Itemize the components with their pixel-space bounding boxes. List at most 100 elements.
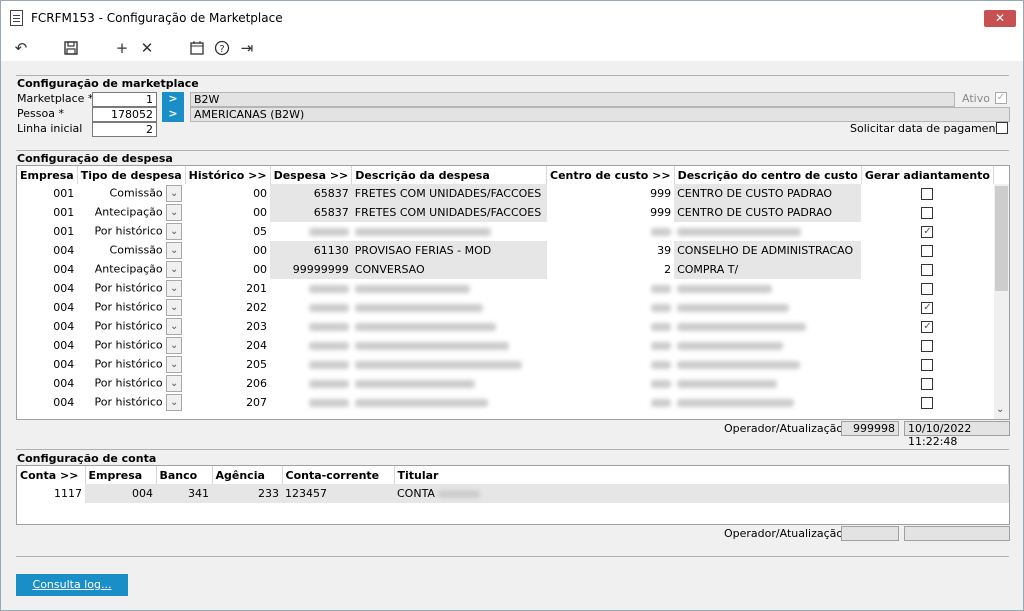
conta-operador-label: Operador/Atualização [724, 527, 844, 540]
column-header-empresa[interactable]: Empresa [17, 166, 78, 184]
chevron-down-icon[interactable]: ⌄ [166, 204, 183, 221]
column-header-descricao[interactable]: Descrição da despesa [351, 166, 548, 184]
delete-icon[interactable]: ✕ [137, 38, 157, 58]
chevron-down-icon[interactable]: ⌄ [166, 394, 183, 411]
gerar-checkbox[interactable] [921, 245, 934, 257]
tipo-value: Por histórico [94, 224, 163, 238]
descricao-cell [352, 317, 547, 336]
chevron-down-icon[interactable]: ⌄ [166, 356, 183, 373]
tipo-cell[interactable]: Por histórico ⌄ [77, 336, 185, 355]
descricao-cell [352, 336, 547, 355]
tipo-cell[interactable]: Antecipação ⌄ [77, 260, 185, 279]
empresa-cell: 004 [53, 301, 75, 314]
column-header-agencia[interactable]: Agência [212, 466, 283, 484]
centro-cell: 2 [664, 263, 672, 276]
table-row[interactable]: 004 Por histórico ⌄ 203 ✓ [17, 317, 994, 336]
gerar-checkbox[interactable] [921, 188, 934, 200]
redacted-text [308, 361, 349, 369]
gerar-checkbox[interactable]: ✓ [921, 321, 934, 333]
column-header-titular[interactable]: Titular [394, 466, 1009, 484]
column-header-historico[interactable]: Histórico >> [185, 166, 271, 184]
marketplace-lookup-button[interactable]: > [162, 92, 184, 107]
column-header-conta[interactable]: Conta >> [17, 466, 86, 484]
tipo-value: Por histórico [94, 395, 163, 409]
column-header-banco[interactable]: Banco [156, 466, 213, 484]
exit-icon[interactable]: ⇥ [237, 38, 257, 58]
table-row[interactable]: 004 Comissão ⌄ 00 61130 PROVISAO FERIAS - MO… [17, 241, 994, 260]
calendar-icon[interactable] [187, 38, 207, 58]
chevron-down-icon[interactable]: ⌄ [166, 375, 183, 392]
redacted-text [438, 490, 481, 498]
gerar-checkbox[interactable]: ✓ [921, 302, 934, 314]
chevron-down-icon[interactable]: ⌄ [166, 185, 183, 202]
tipo-cell[interactable]: Comissão ⌄ [77, 241, 185, 260]
gerar-checkbox[interactable]: ✓ [921, 226, 934, 238]
chevron-down-icon[interactable]: ⌄ [166, 299, 183, 316]
pessoa-input[interactable]: 178052 [92, 107, 157, 122]
gerar-checkbox[interactable] [921, 340, 934, 352]
chevron-down-icon[interactable]: ⌄ [166, 223, 183, 240]
gerar-checkbox[interactable] [921, 378, 934, 390]
tipo-value: Antecipação [94, 262, 163, 276]
vertical-scrollbar[interactable]: ⌄ [994, 184, 1009, 419]
tipo-cell[interactable]: Antecipação ⌄ [77, 203, 185, 222]
tipo-cell[interactable]: Por histórico ⌄ [77, 393, 185, 412]
gerar-checkbox[interactable] [921, 283, 934, 295]
desc-centro-cell [674, 355, 861, 374]
undo-icon[interactable]: ↶ [11, 38, 31, 58]
gerar-checkbox[interactable] [921, 359, 934, 371]
gerar-checkbox[interactable] [921, 207, 934, 219]
table-row[interactable]: 001 Por histórico ⌄ 05 ✓ [17, 222, 994, 241]
redacted-text [651, 342, 672, 350]
table-row[interactable]: 004 Por histórico ⌄ 202 ✓ [17, 298, 994, 317]
pessoa-lookup-button[interactable]: > [162, 107, 184, 122]
scrollbar-thumb[interactable] [995, 186, 1008, 291]
tipo-value: Por histórico [94, 319, 163, 333]
column-header-gerar[interactable]: Gerar adiantamento [861, 166, 995, 184]
marketplace-input[interactable]: 1 [92, 92, 157, 107]
column-header-despesa[interactable]: Despesa >> [270, 166, 353, 184]
chevron-down-icon[interactable]: ⌄ [166, 318, 183, 335]
save-icon[interactable] [61, 38, 81, 58]
tipo-cell[interactable]: Por histórico ⌄ [77, 355, 185, 374]
despesa-cell [270, 317, 352, 336]
table-row[interactable]: 004 Antecipação ⌄ 00 99999999 CONVERSAO 2 COMP… [17, 260, 994, 279]
tipo-cell[interactable]: Por histórico ⌄ [77, 222, 185, 241]
column-header-tipo[interactable]: Tipo de despesa [77, 166, 186, 184]
tipo-cell[interactable]: Por histórico ⌄ [77, 317, 185, 336]
linha-inicial-input[interactable]: 2 [92, 122, 157, 137]
table-row[interactable]: 004 Por histórico ⌄ 204 [17, 336, 994, 355]
table-row[interactable]: 001 Antecipação ⌄ 00 65837 FRETES COM UNIDAD… [17, 203, 994, 222]
chevron-down-icon[interactable]: ⌄ [166, 337, 183, 354]
ativo-checkbox[interactable]: ✓ [995, 92, 1007, 104]
chevron-down-icon[interactable]: ⌄ [166, 242, 183, 259]
despesa-cell: 65837 [270, 184, 352, 203]
table-row[interactable]: 1117 004 341 233 123457 CONTA [17, 484, 1009, 503]
conta-data-value [904, 526, 1010, 541]
chevron-down-icon[interactable]: ⌄ [166, 261, 183, 278]
table-row[interactable]: 001 Comissão ⌄ 00 65837 FRETES COM UNIDADES/… [17, 184, 994, 203]
descricao-cell [352, 279, 547, 298]
add-icon[interactable]: + [112, 38, 132, 58]
table-row[interactable]: 004 Por histórico ⌄ 207 [17, 393, 994, 412]
gerar-checkbox[interactable] [921, 397, 934, 409]
gerar-checkbox[interactable] [921, 264, 934, 276]
table-row[interactable]: 004 Por histórico ⌄ 205 [17, 355, 994, 374]
column-header-centro[interactable]: Centro de custo >> [546, 166, 675, 184]
tipo-cell[interactable]: Por histórico ⌄ [77, 279, 185, 298]
tipo-cell[interactable]: Comissão ⌄ [77, 184, 185, 203]
tipo-cell[interactable]: Por histórico ⌄ [77, 374, 185, 393]
main-window: FCRFM153 - Configuração de Marketplace ✕… [0, 0, 1024, 611]
column-header-empresa[interactable]: Empresa [85, 466, 157, 484]
table-row[interactable]: 004 Por histórico ⌄ 206 [17, 374, 994, 393]
column-header-desc-centro[interactable]: Descrição do centro de custo [674, 166, 862, 184]
close-button[interactable]: ✕ [984, 10, 1016, 27]
consulta-log-button[interactable]: Consulta log... [16, 574, 128, 596]
chevron-down-icon[interactable]: ⌄ [996, 404, 1004, 415]
tipo-cell[interactable]: Por histórico ⌄ [77, 298, 185, 317]
solicitar-checkbox[interactable] [996, 122, 1008, 134]
chevron-down-icon[interactable]: ⌄ [166, 280, 183, 297]
column-header-conta-corrente[interactable]: Conta-corrente [282, 466, 395, 484]
help-icon[interactable]: ? [212, 38, 232, 58]
table-row[interactable]: 004 Por histórico ⌄ 201 [17, 279, 994, 298]
